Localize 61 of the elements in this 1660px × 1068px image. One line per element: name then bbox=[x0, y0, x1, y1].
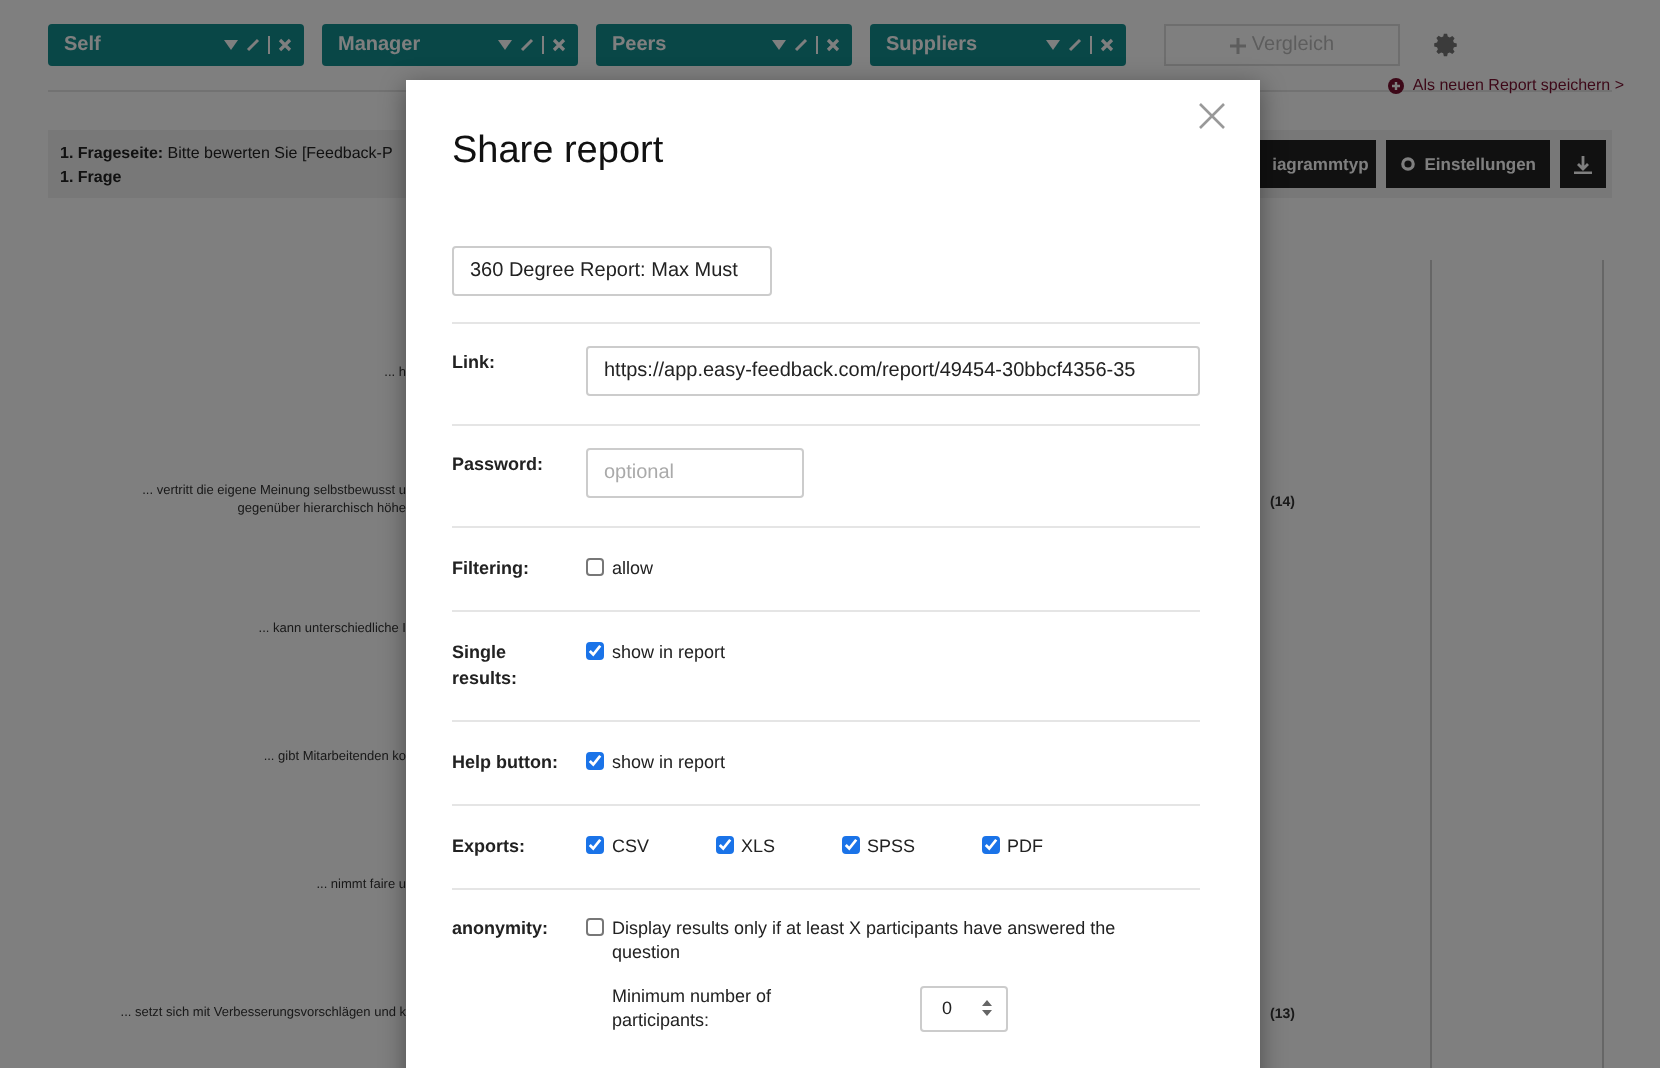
plus-icon bbox=[1229, 37, 1246, 53]
divider-icon bbox=[268, 36, 270, 54]
password-field[interactable]: optional bbox=[586, 448, 804, 498]
checkbox-label: PDF bbox=[1007, 834, 1044, 858]
checkbox[interactable] bbox=[586, 836, 604, 854]
spinner-arrows-icon[interactable] bbox=[982, 1000, 992, 1016]
checkbox-label: show in report bbox=[612, 750, 726, 774]
field-label: Link: bbox=[452, 350, 497, 376]
caret-icon[interactable] bbox=[498, 40, 512, 50]
divider-icon bbox=[816, 36, 818, 54]
divider-icon bbox=[1090, 36, 1092, 54]
field-label: Filtering: bbox=[452, 556, 531, 582]
caret-icon[interactable] bbox=[224, 40, 238, 50]
participants-number-field[interactable]: 0 bbox=[920, 985, 1008, 1031]
field-label: Exports: bbox=[452, 834, 528, 860]
pencil-icon[interactable] bbox=[246, 38, 260, 52]
checkbox[interactable] bbox=[981, 836, 1000, 854]
settings-icon[interactable] bbox=[1434, 32, 1460, 58]
checkbox[interactable] bbox=[715, 836, 734, 854]
checkbox[interactable] bbox=[586, 918, 604, 936]
field-label: anonymity: bbox=[452, 916, 551, 942]
close-icon[interactable] bbox=[1100, 38, 1114, 52]
filter-tab[interactable]: Peers bbox=[596, 24, 852, 66]
save-as-new-report-link[interactable]: Als neuen Report speichern > bbox=[1388, 76, 1624, 94]
pencil-icon[interactable] bbox=[794, 38, 808, 52]
close-icon[interactable] bbox=[826, 38, 840, 52]
checkbox-label: XLS bbox=[741, 834, 776, 858]
caret-icon[interactable] bbox=[1046, 40, 1060, 50]
close-icon[interactable] bbox=[278, 38, 292, 52]
checkbox-label: allow bbox=[612, 556, 654, 580]
link-field[interactable]: https://app.easy-feedback.com/report/49454-30bbcf4356-35 bbox=[586, 346, 1200, 396]
filter-tab[interactable]: Self bbox=[48, 24, 304, 66]
minimum-participants-label: Minimum number of participants: bbox=[612, 984, 774, 1032]
filter-tab[interactable]: Suppliers bbox=[870, 24, 1126, 66]
chart-type-button[interactable]: iagrammtyp bbox=[1256, 140, 1377, 188]
question-page-text: 1. Frageseite: Bitte bewerten Sie [Feedback-P bbox=[60, 143, 393, 161]
checkbox-label: Display results only if at least X participants have answered the question bbox=[612, 916, 1118, 964]
pencil-icon[interactable] bbox=[1068, 38, 1082, 52]
report-name-field[interactable]: 360 Degree Report: Max Must bbox=[452, 246, 772, 296]
checkbox[interactable] bbox=[586, 558, 604, 576]
checkbox-label: show in report bbox=[612, 640, 726, 664]
filter-tab[interactable]: Manager bbox=[322, 24, 578, 66]
close-button[interactable] bbox=[1196, 100, 1228, 132]
checkbox[interactable] bbox=[586, 752, 604, 770]
pencil-icon[interactable] bbox=[520, 38, 534, 52]
divider-icon bbox=[542, 36, 544, 54]
checkbox-label: SPSS bbox=[867, 834, 916, 858]
field-label: Single results: bbox=[452, 640, 520, 692]
field-label: Help button: bbox=[452, 750, 560, 776]
checkbox[interactable] bbox=[586, 642, 604, 660]
caret-icon[interactable] bbox=[772, 40, 786, 50]
dialog-title: Share report bbox=[452, 130, 666, 174]
plus-circle-icon bbox=[1388, 77, 1405, 93]
download-button[interactable] bbox=[1560, 140, 1606, 188]
field-label: Password: bbox=[452, 452, 546, 478]
settings-button[interactable]: Einstellungen bbox=[1386, 140, 1550, 188]
checkbox[interactable] bbox=[841, 836, 860, 854]
question-title: 1. Frage bbox=[60, 167, 124, 185]
close-icon[interactable] bbox=[552, 38, 566, 52]
checkbox-label: CSV bbox=[612, 834, 650, 858]
download-icon bbox=[1574, 155, 1592, 173]
